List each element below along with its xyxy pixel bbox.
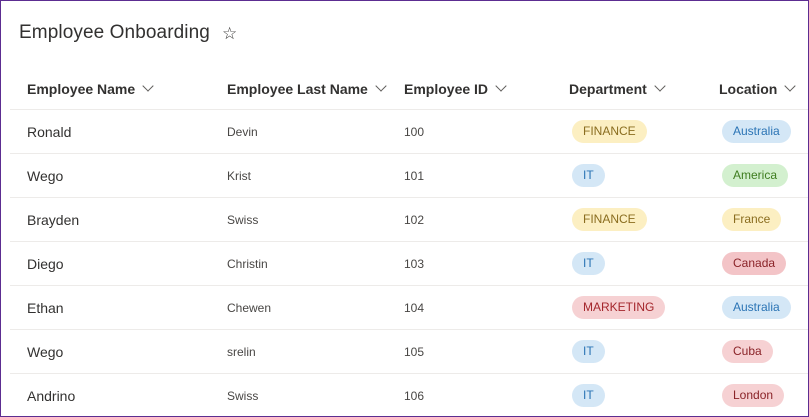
- department-pill: FINANCE: [572, 120, 647, 143]
- page-title: Employee Onboarding: [19, 22, 210, 43]
- chevron-down-icon: [142, 80, 154, 92]
- department-cell: FINANCE: [569, 110, 647, 153]
- location-pill: Australia: [722, 296, 791, 319]
- location-pill: France: [722, 208, 782, 231]
- employee-name-cell: Wego: [27, 167, 64, 184]
- department-cell: IT: [569, 330, 605, 373]
- location-pill: Australia: [722, 120, 791, 143]
- column-header-label: Employee Last Name: [227, 80, 368, 97]
- department-pill: IT: [572, 384, 605, 407]
- location-cell: Australia: [719, 110, 791, 153]
- employee-last-name-cell: Christin: [227, 256, 268, 271]
- location-pill: Cuba: [722, 340, 773, 363]
- department-cell: FINANCE: [569, 198, 647, 241]
- employee-last-name-cell: Swiss: [227, 388, 259, 403]
- location-pill: London: [722, 384, 785, 407]
- table-row[interactable]: Wego srelin 105 IT Cuba: [10, 330, 808, 374]
- location-cell: London: [719, 374, 785, 416]
- column-header-label: Location: [719, 80, 778, 97]
- department-pill: FINANCE: [572, 208, 647, 231]
- employee-name-cell: Ronald: [27, 123, 72, 140]
- employee-last-name-cell: Krist: [227, 168, 251, 183]
- column-header-label: Employee Name: [27, 80, 136, 97]
- employee-id-cell: 103: [404, 256, 425, 271]
- employee-last-name-cell: Swiss: [227, 212, 259, 227]
- employee-id-cell: 100: [404, 124, 425, 139]
- table-row[interactable]: Brayden Swiss 102 FINANCE France: [10, 198, 808, 242]
- location-pill: Canada: [722, 252, 787, 275]
- column-header-department[interactable]: Department: [569, 68, 666, 109]
- column-header-location[interactable]: Location: [719, 68, 797, 109]
- chevron-down-icon: [784, 80, 797, 92]
- department-cell: IT: [569, 242, 605, 285]
- employee-name-cell: Diego: [27, 255, 64, 272]
- list-header: Employee Onboarding ☆: [19, 19, 237, 47]
- chevron-down-icon: [375, 80, 387, 92]
- list-view: Employee Onboarding ☆ Employee Name Empl…: [0, 0, 809, 417]
- employee-name-cell: Andrino: [27, 387, 76, 404]
- employee-last-name-cell: Devin: [227, 124, 258, 139]
- location-cell: France: [719, 198, 782, 241]
- employee-id-cell: 102: [404, 212, 425, 227]
- employee-id-cell: 105: [404, 344, 425, 359]
- department-pill: IT: [572, 164, 605, 187]
- department-cell: IT: [569, 154, 605, 197]
- location-pill: America: [722, 164, 789, 187]
- employee-name-cell: Brayden: [27, 211, 80, 228]
- table-row[interactable]: Ethan Chewen 104 MARKETING Australia: [10, 286, 808, 330]
- employee-name-cell: Wego: [27, 343, 64, 360]
- table-row[interactable]: Ronald Devin 100 FINANCE Australia: [10, 110, 808, 154]
- employee-id-cell: 106: [404, 388, 425, 403]
- column-header-label: Employee ID: [404, 80, 489, 97]
- department-pill: IT: [572, 252, 605, 275]
- data-table: Employee Name Employee Last Name Employe…: [10, 68, 808, 416]
- department-pill: IT: [572, 340, 605, 363]
- employee-id-cell: 104: [404, 300, 425, 315]
- chevron-down-icon: [495, 80, 507, 92]
- table-row[interactable]: Andrino Swiss 106 IT London: [10, 374, 808, 416]
- table-row[interactable]: Wego Krist 101 IT America: [10, 154, 808, 198]
- department-pill: MARKETING: [572, 296, 666, 319]
- location-cell: Cuba: [719, 330, 773, 373]
- column-header-employee-name[interactable]: Employee Name: [27, 68, 154, 109]
- column-header-label: Department: [569, 80, 647, 97]
- column-header-employee-id[interactable]: Employee ID: [404, 68, 507, 109]
- employee-id-cell: 101: [404, 168, 425, 183]
- department-cell: IT: [569, 374, 605, 416]
- chevron-down-icon: [654, 80, 666, 92]
- star-outline-icon[interactable]: ☆: [222, 25, 237, 42]
- column-header-employee-last-name[interactable]: Employee Last Name: [227, 68, 387, 109]
- table-header-row: Employee Name Employee Last Name Employe…: [10, 68, 808, 110]
- table-row[interactable]: Diego Christin 103 IT Canada: [10, 242, 808, 286]
- employee-last-name-cell: Chewen: [227, 300, 272, 315]
- employee-name-cell: Ethan: [27, 299, 64, 316]
- department-cell: MARKETING: [569, 286, 666, 329]
- location-cell: America: [719, 154, 789, 197]
- location-cell: Canada: [719, 242, 787, 285]
- employee-last-name-cell: srelin: [227, 344, 256, 359]
- location-cell: Australia: [719, 286, 791, 329]
